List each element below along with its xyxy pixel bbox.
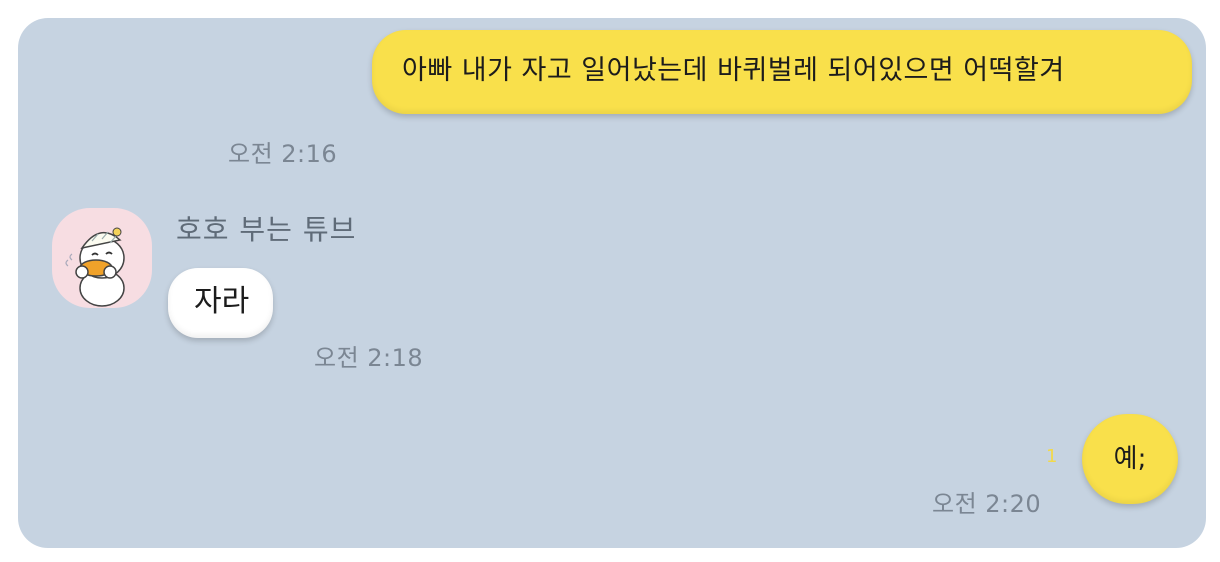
message-time: 오전 2:18: [314, 344, 424, 372]
message-time: 오전 2:20: [932, 490, 1042, 518]
my-message-bubble[interactable]: 아빠 내가 자고 일어났는데 바퀴벌레 되어있으면 어떡할겨: [372, 30, 1192, 114]
unread-count: 1: [1046, 446, 1058, 467]
sender-name: 호호 부는 튜브: [176, 213, 357, 246]
message-time: 오전 2:16: [228, 140, 338, 168]
other-message-bubble[interactable]: 자라: [168, 268, 274, 338]
tube-duck-avatar-icon[interactable]: [52, 208, 152, 308]
my-message-bubble[interactable]: 예;: [1082, 414, 1178, 504]
